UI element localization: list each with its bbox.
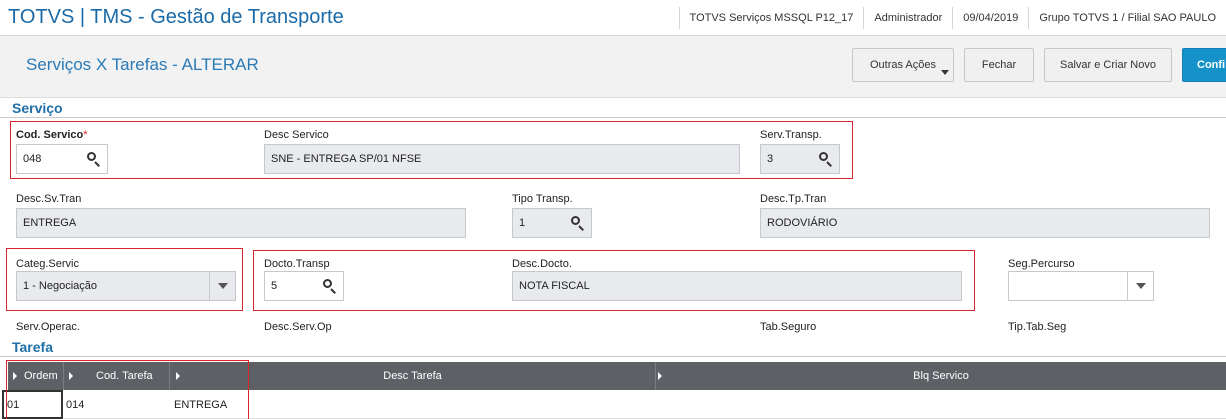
desc-docto-label: Desc.Docto. xyxy=(512,258,572,270)
date-label: 09/04/2019 xyxy=(952,7,1028,29)
column-blq-servico-label: Blq Servico xyxy=(913,370,969,382)
section-title-servico: Serviço xyxy=(12,100,63,116)
serv-operac-label: Serv.Operac. xyxy=(16,321,80,333)
desc-docto-field[interactable]: NOTA FISCAL xyxy=(512,271,962,301)
search-icon[interactable] xyxy=(817,150,835,168)
serv-transp-value: 3 xyxy=(767,153,774,165)
desc-sv-tran-field[interactable]: ENTREGA xyxy=(16,208,466,238)
desc-serv-op-label: Desc.Serv.Op xyxy=(264,321,332,333)
page-title: Serviços X Tarefas - ALTERAR xyxy=(26,55,259,74)
section-divider xyxy=(0,356,1226,357)
cod-servico-field[interactable]: 048 xyxy=(16,144,108,174)
confirm-button[interactable]: Confi xyxy=(1182,48,1226,82)
search-icon[interactable] xyxy=(85,150,103,168)
docto-transp-label: Docto.Transp xyxy=(264,258,330,270)
desc-tp-tran-label: Desc.Tp.Tran xyxy=(760,193,827,205)
highlight-box xyxy=(6,360,249,419)
tab-seguro-label: Tab.Seguro xyxy=(760,321,817,333)
cell-blq-servico[interactable] xyxy=(664,390,864,419)
docto-transp-field[interactable]: 5 xyxy=(264,271,344,301)
branch-label: Grupo TOTVS 1 / Filial SAO PAULO xyxy=(1028,7,1226,29)
section-divider xyxy=(0,117,1226,118)
sort-arrow-icon xyxy=(658,372,662,380)
desc-servico-label: Desc Servico xyxy=(264,129,329,141)
column-blq-servico[interactable]: Blq Servico xyxy=(656,362,1226,390)
cod-servico-label: Cod. Servico* xyxy=(16,129,88,141)
chevron-down-icon xyxy=(941,70,949,75)
categ-servic-value: 1 - Negociação xyxy=(23,280,97,292)
chevron-down-icon[interactable] xyxy=(209,272,235,300)
save-and-new-button[interactable]: Salvar e Criar Novo xyxy=(1044,48,1172,82)
serv-transp-field[interactable]: 3 xyxy=(760,144,840,174)
session-info: TOTVS Serviços MSSQL P12_17 Administrado… xyxy=(678,0,1226,36)
tipo-transp-value: 1 xyxy=(519,217,526,229)
environment-label: TOTVS Serviços MSSQL P12_17 xyxy=(678,7,864,29)
desc-tp-tran-field[interactable]: RODOVIÁRIO xyxy=(760,208,1210,238)
categ-servic-label: Categ.Servic xyxy=(16,258,79,270)
categ-servic-select[interactable]: 1 - Negociação xyxy=(16,271,236,301)
seg-percurso-select[interactable] xyxy=(1008,271,1154,301)
top-bar: TOTVS | TMS - Gestão de Transporte TOTVS… xyxy=(0,0,1226,36)
chevron-down-icon[interactable] xyxy=(1127,272,1153,300)
section-title-tarefa: Tarefa xyxy=(12,339,53,355)
cod-servico-value: 048 xyxy=(23,153,42,165)
desc-sv-tran-label: Desc.Sv.Tran xyxy=(16,193,82,205)
search-icon[interactable] xyxy=(321,277,339,295)
more-actions-button[interactable]: Outras Ações xyxy=(852,48,954,82)
tipo-transp-label: Tipo Transp. xyxy=(512,193,573,205)
seg-percurso-label: Seg.Percurso xyxy=(1008,258,1075,270)
tipo-transp-field[interactable]: 1 xyxy=(512,208,592,238)
search-icon[interactable] xyxy=(569,214,587,232)
app-title: TOTVS | TMS - Gestão de Transporte xyxy=(8,6,344,28)
user-label: Administrador xyxy=(863,7,952,29)
tip-tab-seg-label: Tip.Tab.Seg xyxy=(1008,321,1067,333)
more-actions-label: Outras Ações xyxy=(869,59,937,71)
docto-transp-value: 5 xyxy=(271,280,278,292)
serv-transp-label: Serv.Transp. xyxy=(760,129,822,141)
page-header: Serviços X Tarefas - ALTERAR Outras Açõe… xyxy=(0,36,1226,98)
column-desc-tarefa-label: Desc Tarefa xyxy=(383,370,442,382)
desc-servico-field[interactable]: SNE - ENTREGA SP/01 NFSE xyxy=(264,144,740,174)
close-button[interactable]: Fechar xyxy=(964,48,1034,82)
